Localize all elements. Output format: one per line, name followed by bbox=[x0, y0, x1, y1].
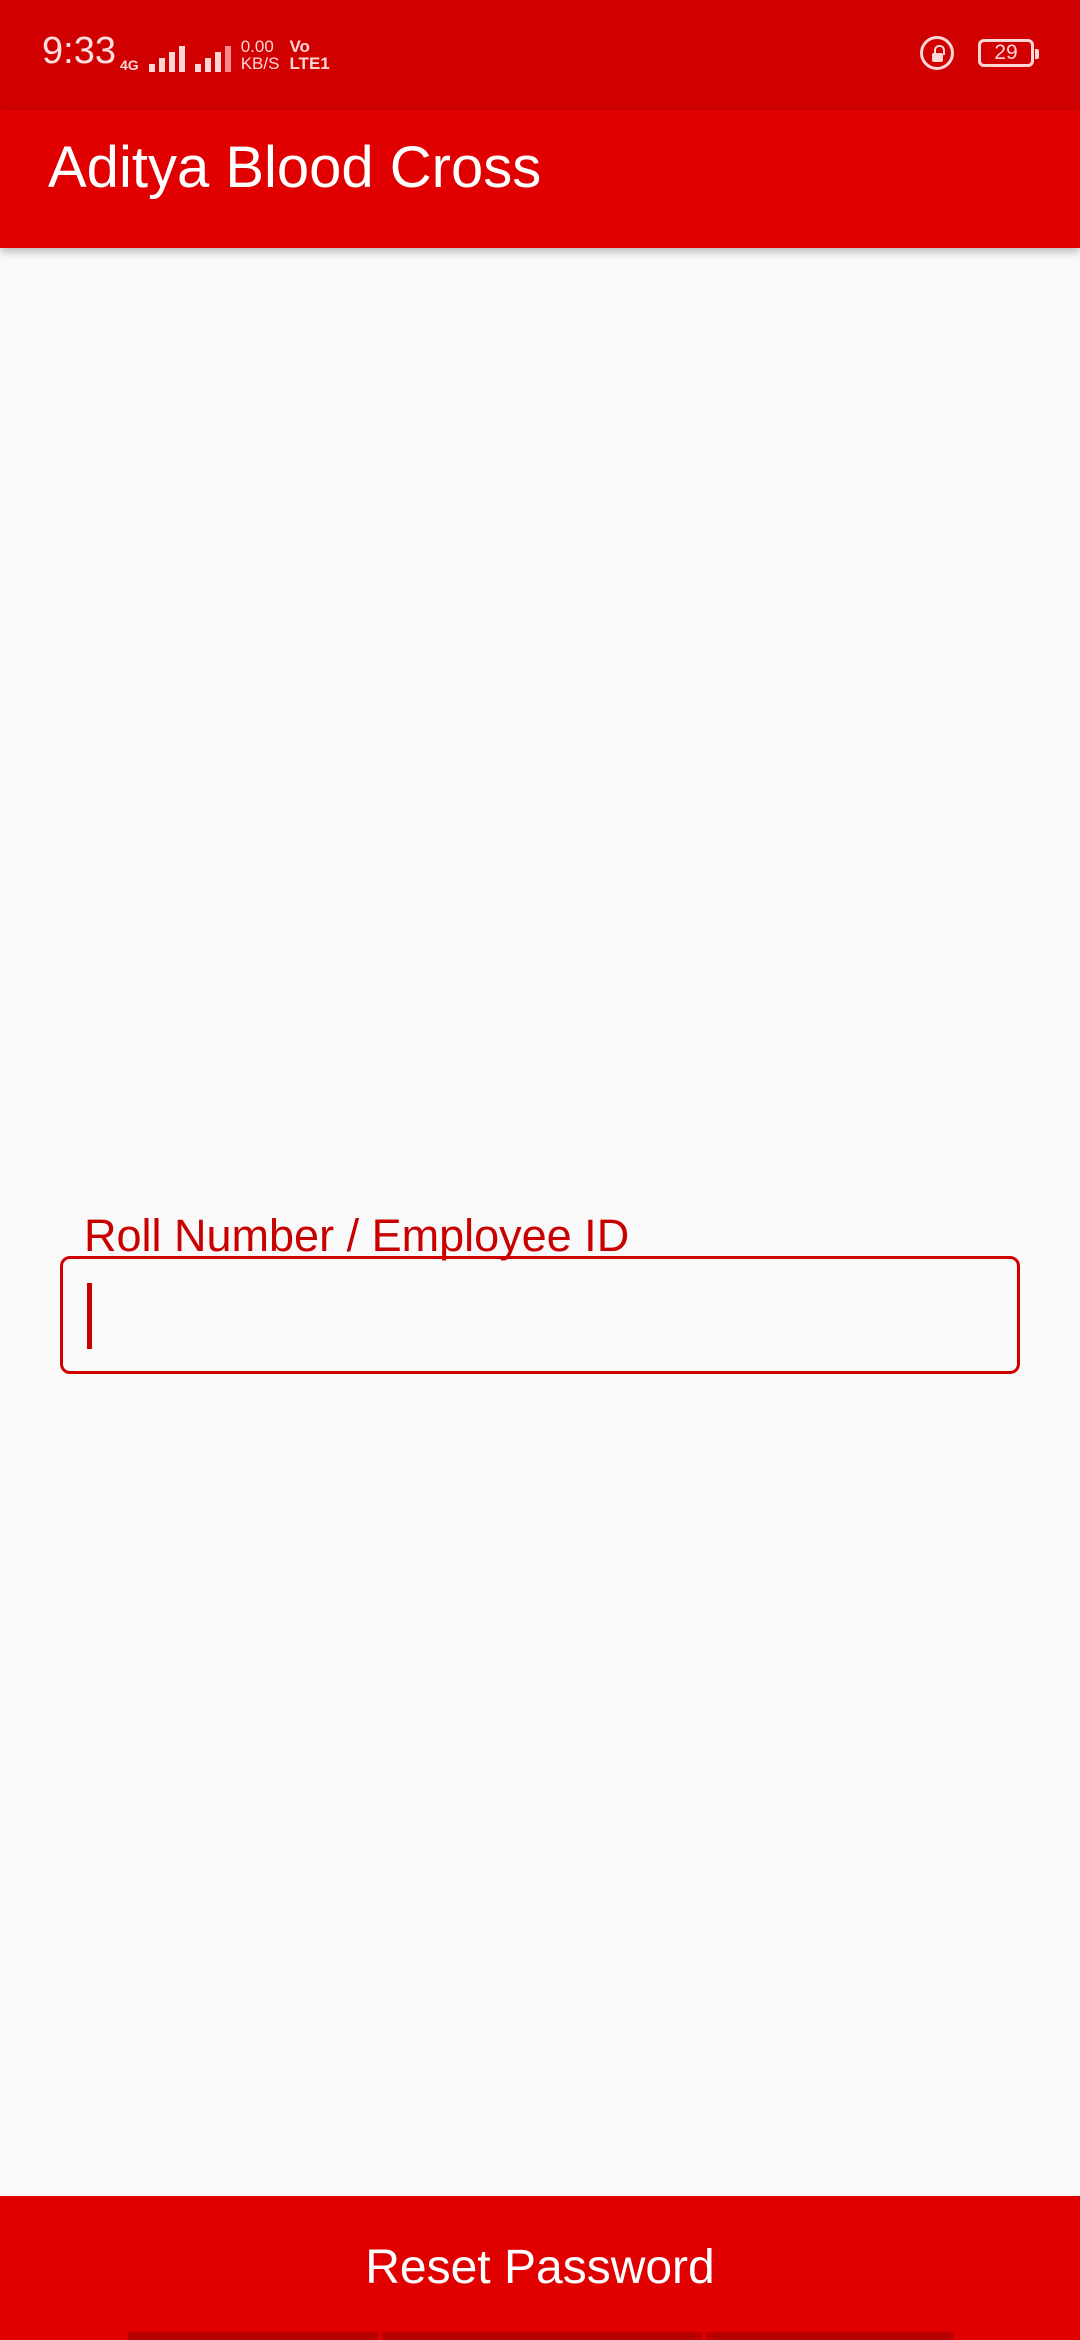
nav-hint-segment bbox=[128, 2332, 378, 2340]
volte-bottom: LTE1 bbox=[289, 54, 330, 73]
volte-top: Vo bbox=[289, 37, 310, 56]
net-speed-unit: KB/S bbox=[240, 54, 280, 73]
roll-number-label: Roll Number / Employee ID bbox=[84, 1210, 630, 1261]
net-speed: 0.00 KB/S bbox=[241, 38, 280, 72]
nav-hint-segment bbox=[382, 2332, 702, 2340]
text-caret bbox=[87, 1283, 92, 1349]
roll-number-field-box bbox=[60, 1256, 1020, 1374]
status-time: 9:33 bbox=[42, 30, 116, 72]
status-icons-right: 29 bbox=[920, 36, 1039, 70]
roll-number-input[interactable] bbox=[63, 1259, 1017, 1371]
lock-rotation-icon bbox=[920, 36, 954, 70]
status-bar: 9:33 4G 0.00 KB/S Vo LTE1 29 bbox=[0, 0, 1080, 110]
volte-indicator: Vo LTE1 bbox=[289, 38, 329, 72]
battery-level: 29 bbox=[994, 41, 1018, 64]
network-type-label: 4G bbox=[120, 57, 139, 73]
signal-icon bbox=[194, 44, 231, 72]
reset-password-button[interactable]: Reset Password bbox=[0, 2196, 1080, 2340]
status-icons-left: 4G 0.00 KB/S Vo LTE1 bbox=[120, 38, 330, 72]
nav-hint-segment bbox=[706, 2332, 954, 2340]
net-speed-value: 0.00 bbox=[240, 37, 274, 56]
app-bar: Aditya Blood Cross bbox=[0, 110, 1080, 248]
app-title: Aditya Blood Cross bbox=[48, 135, 542, 200]
signal-icon bbox=[148, 44, 185, 72]
battery-icon: 29 bbox=[978, 39, 1039, 67]
